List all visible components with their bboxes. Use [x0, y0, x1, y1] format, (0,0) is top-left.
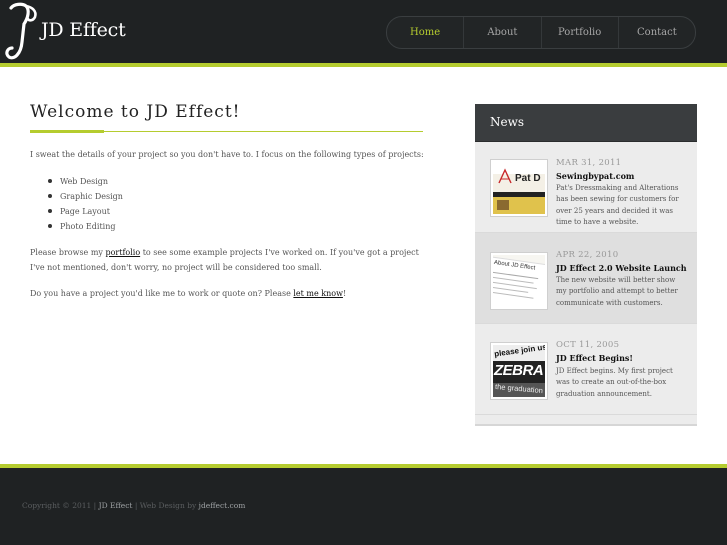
- bullet-icon: [48, 209, 52, 213]
- nav-portfolio[interactable]: Portfolio: [540, 17, 618, 48]
- title-divider: [30, 130, 423, 133]
- news-item[interactable]: Pat D MAR 31, 2011 Sewingbypat.com Pat's…: [475, 142, 697, 233]
- project-types-list: Web Design Graphic Design Page Layout Ph…: [47, 174, 425, 234]
- logo[interactable]: JD Effect: [4, 2, 126, 62]
- news-description: JD Effect begins. My first project was t…: [556, 367, 673, 398]
- contact-text: Do you have a project you'd like me to w…: [30, 289, 347, 298]
- list-item: Web Design: [47, 174, 425, 189]
- list-item: Graphic Design: [47, 189, 425, 204]
- let-me-know-link[interactable]: let me know: [293, 289, 343, 298]
- footer-copyright: Copyright © 2011 | JD Effect | Web Desig…: [22, 501, 246, 510]
- news-heading: News: [475, 104, 697, 142]
- news-title[interactable]: Sewingbypat.com: [556, 171, 634, 181]
- news-thumbnail[interactable]: About JD Effect: [490, 252, 548, 310]
- news-item[interactable]: About JD Effect APR 22, 2010 JD Effect 2…: [475, 233, 697, 324]
- news-date: MAR 31, 2011: [556, 158, 622, 168]
- site-footer: Copyright © 2011 | JD Effect | Web Desig…: [0, 468, 727, 545]
- list-item: Page Layout: [47, 204, 425, 219]
- news-title[interactable]: JD Effect Begins!: [556, 353, 633, 363]
- news-item[interactable]: please join us ZEBRA the graduation OCT …: [475, 324, 697, 415]
- main-nav: Home About Portfolio Contact: [386, 16, 696, 49]
- news-date: OCT 11, 2005: [556, 340, 620, 350]
- footer-designer-link[interactable]: jdeffect.com: [199, 501, 246, 510]
- news-date: APR 22, 2010: [556, 250, 619, 260]
- footer-brand-link[interactable]: JD Effect: [99, 501, 133, 510]
- page-title: Welcome to JD Effect!: [30, 102, 241, 122]
- jd-logo-icon: [5, 2, 37, 60]
- news-description: Pat's Dressmaking and Alterations has be…: [556, 184, 679, 226]
- news-title[interactable]: JD Effect 2.0 Website Launch: [556, 263, 687, 273]
- bullet-icon: [48, 179, 52, 183]
- intro-text: I sweat the details of your project so y…: [30, 150, 424, 159]
- news-description: The new website will better show my port…: [556, 276, 678, 307]
- bullet-icon: [48, 194, 52, 198]
- divider-accent: [30, 130, 104, 133]
- news-thumbnail[interactable]: Pat D: [490, 159, 548, 217]
- nav-home[interactable]: Home: [387, 17, 463, 48]
- header-accent-stripe: [0, 63, 727, 67]
- news-thumbnail[interactable]: please join us ZEBRA the graduation: [490, 342, 548, 400]
- main-content: Welcome to JD Effect! I sweat the detail…: [30, 100, 425, 301]
- logo-text: JD Effect: [41, 19, 126, 41]
- site-header: JD Effect Home About Portfolio Contact: [0, 0, 727, 63]
- browse-text: Please browse my portfolio to see some e…: [30, 248, 419, 272]
- sewing-logo-icon: [498, 168, 512, 184]
- portfolio-link[interactable]: portfolio: [105, 248, 140, 257]
- news-sidebar: News Pat D MAR 31, 2011 Sewingbypat.com …: [475, 104, 697, 426]
- bullet-icon: [48, 224, 52, 228]
- nav-about[interactable]: About: [463, 17, 540, 48]
- nav-contact[interactable]: Contact: [617, 17, 695, 48]
- list-item: Photo Editing: [47, 219, 425, 234]
